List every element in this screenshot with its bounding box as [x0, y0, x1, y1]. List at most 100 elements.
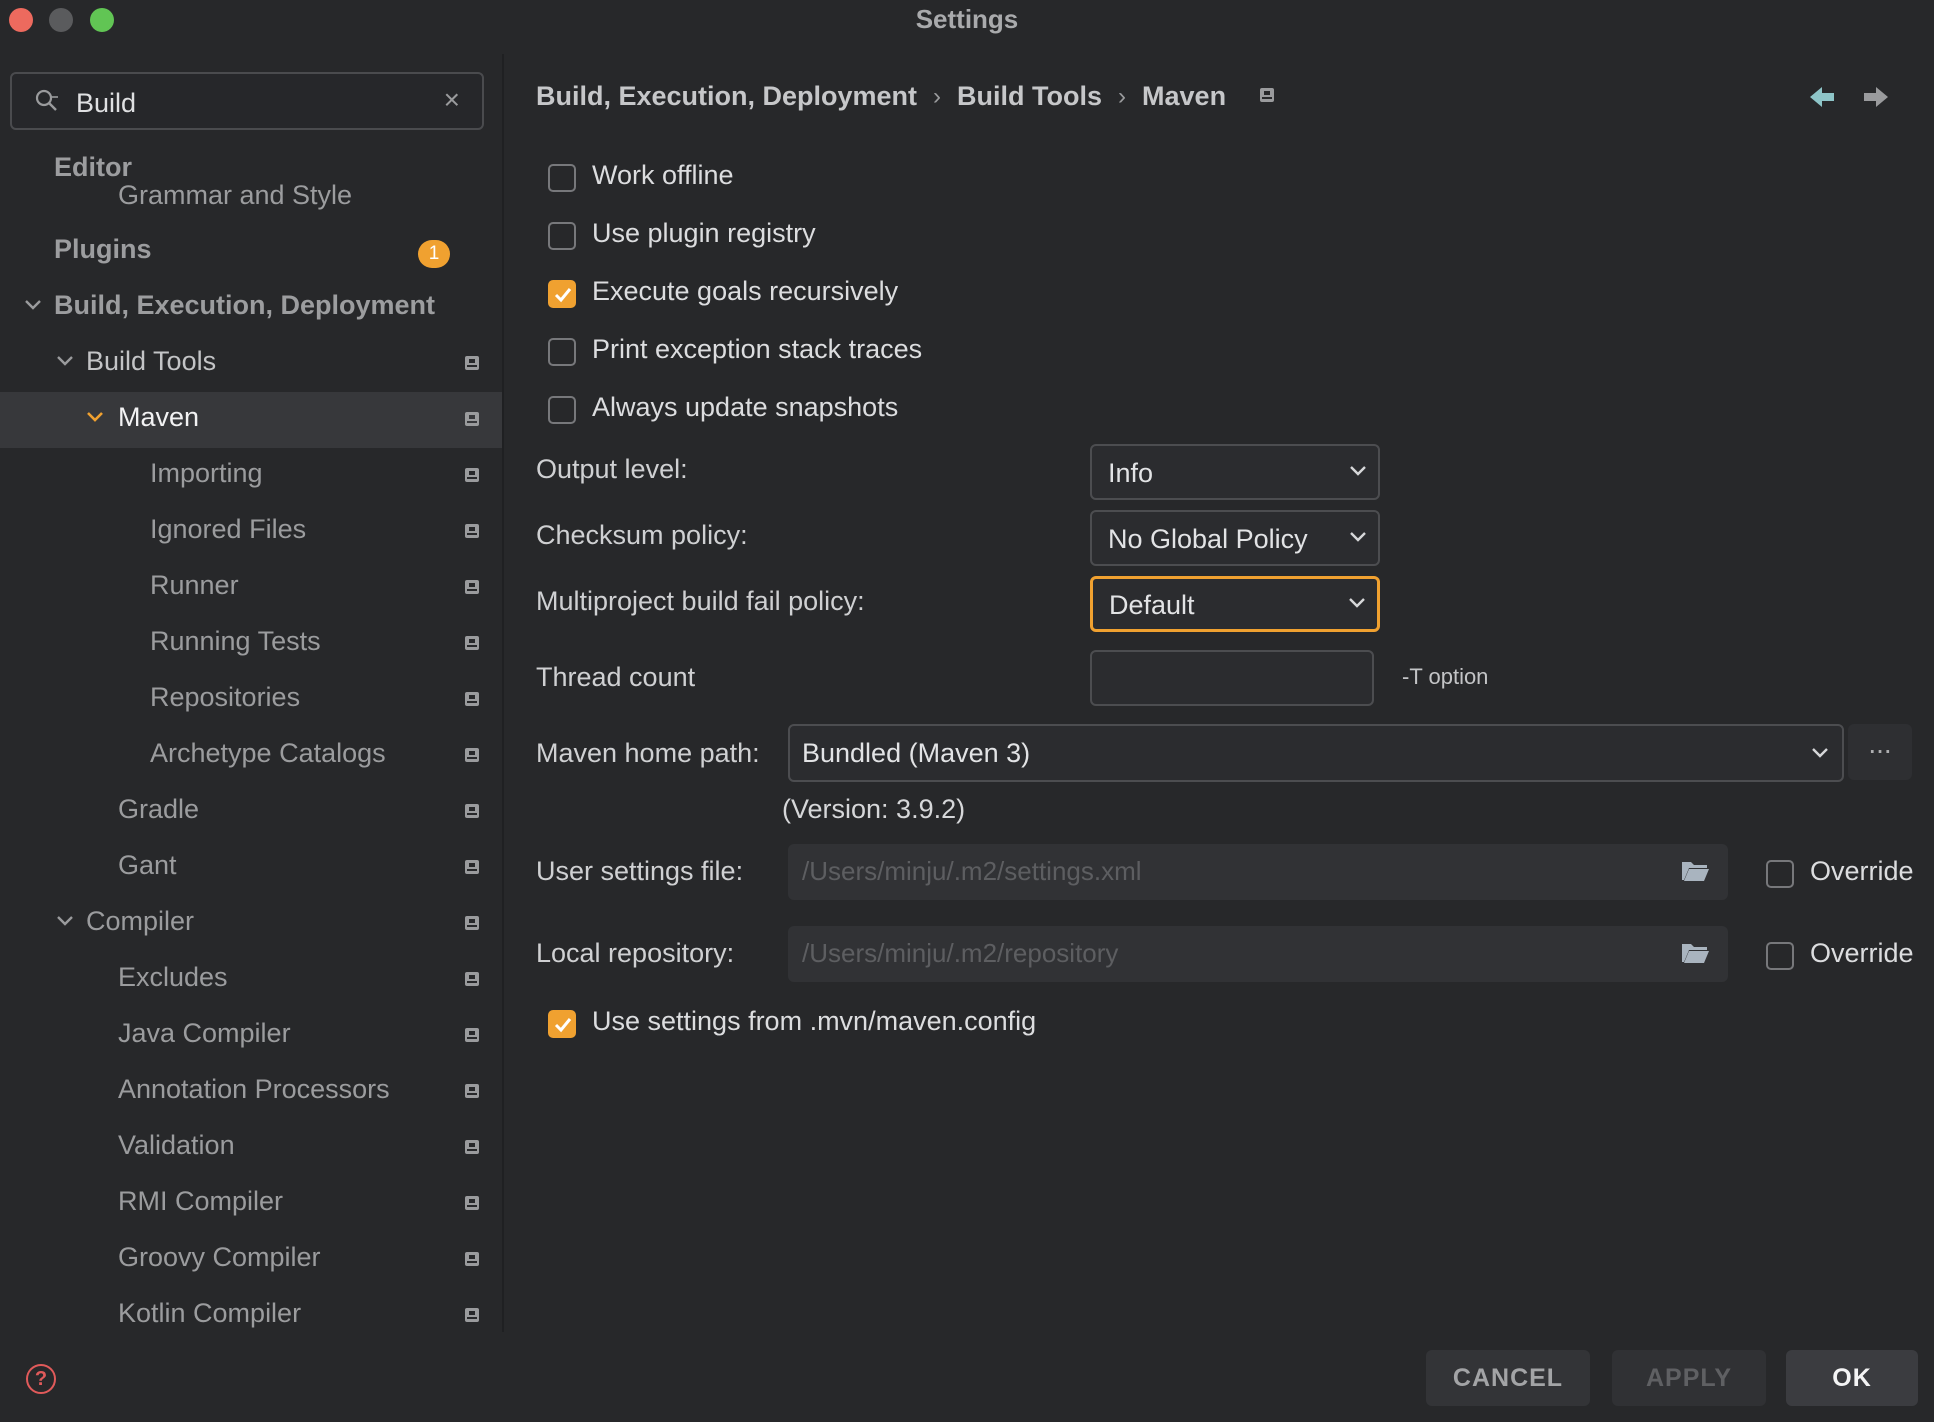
maven-version-text: (Version: 3.9.2)	[782, 794, 966, 824]
work-offline-option[interactable]: Work offline	[548, 158, 948, 198]
chevron-down-icon	[1350, 532, 1366, 542]
sidebar-item-runner[interactable]: Runner	[0, 560, 502, 616]
maven-home-path-dropdown[interactable]: Bundled (Maven 3)	[788, 724, 1844, 782]
user-settings-file-label: User settings file:	[536, 856, 744, 886]
checksum-policy-label: Checksum policy:	[536, 520, 748, 550]
sidebar-item-label: Annotation Processors	[118, 1074, 390, 1104]
always-update-snapshots-checkbox[interactable]	[548, 396, 576, 424]
checkbox-label: Work offline	[592, 160, 734, 190]
print-exception-stack-traces-option[interactable]: Print exception stack traces	[548, 332, 968, 372]
breadcrumb: Build, Execution, Deployment › Build Tools…	[536, 80, 1274, 112]
use-mvn-config-option[interactable]: Use settings from .mvn/maven.config	[548, 1004, 1068, 1044]
ok-button[interactable]: OK	[1786, 1350, 1918, 1406]
sidebar-item-excludes[interactable]: Excludes	[0, 952, 502, 1008]
chevron-down-icon[interactable]	[22, 294, 44, 316]
sidebar-item-compiler[interactable]: Compiler	[0, 896, 502, 952]
sidebar-item-archetype-catalogs[interactable]: Archetype Catalogs	[0, 728, 502, 784]
sidebar-item-build-tools[interactable]: Build Tools	[0, 336, 502, 392]
sidebar-item-annotation-processors[interactable]: Annotation Processors	[0, 1064, 502, 1120]
project-settings-icon	[465, 1252, 479, 1266]
chevron-down-icon[interactable]	[54, 910, 76, 932]
output-level-dropdown[interactable]: Info	[1090, 444, 1380, 500]
project-settings-icon	[465, 972, 479, 986]
print-exception-stack-traces-checkbox[interactable]	[548, 338, 576, 366]
help-icon[interactable]: ?	[26, 1364, 56, 1394]
dropdown-value: No Global Policy	[1108, 524, 1308, 554]
sidebar-item-plugins[interactable]: Plugins 1	[0, 224, 502, 280]
apply-button[interactable]: APPLY	[1612, 1350, 1766, 1406]
fail-policy-label: Multiproject build fail policy:	[536, 586, 865, 616]
project-settings-icon	[465, 1028, 479, 1042]
sidebar-item-label: Java Compiler	[118, 1018, 291, 1048]
project-settings-icon	[465, 580, 479, 594]
sidebar-item-importing[interactable]: Importing	[0, 448, 502, 504]
project-settings-icon	[465, 1140, 479, 1154]
settings-sidebar: Build × Editor Grammar and Style Plugins…	[0, 44, 502, 1334]
title-bar: Settings	[0, 0, 1934, 44]
project-settings-icon	[465, 412, 479, 426]
local-repository-override-checkbox[interactable]	[1766, 942, 1794, 970]
thread-count-label: Thread count	[536, 662, 696, 692]
sidebar-item-java-compiler[interactable]: Java Compiler	[0, 1008, 502, 1064]
clear-search-icon[interactable]: ×	[444, 84, 460, 116]
checkbox-label: Override	[1810, 938, 1914, 968]
project-settings-icon	[465, 1084, 479, 1098]
sidebar-item-label: Grammar and Style	[118, 180, 353, 210]
search-field[interactable]: Build ×	[10, 72, 484, 130]
sidebar-item-label: Groovy Compiler	[118, 1242, 321, 1272]
maven-settings-panel: Build, Execution, Deployment › Build Tools…	[504, 44, 1934, 1334]
project-settings-icon	[465, 356, 479, 370]
chevron-down-icon[interactable]	[54, 350, 76, 372]
sidebar-item-gradle[interactable]: Gradle	[0, 784, 502, 840]
breadcrumb-item[interactable]: Build Tools	[957, 81, 1102, 112]
checkbox-label: Override	[1810, 856, 1914, 886]
sidebar-item-gant[interactable]: Gant	[0, 840, 502, 896]
browse-maven-home-button[interactable]: ...	[1848, 724, 1912, 780]
search-input[interactable]: Build	[76, 88, 136, 119]
user-settings-override-option[interactable]: Override	[1766, 854, 1934, 894]
project-settings-icon	[1259, 88, 1274, 102]
checkbox-label: Always update snapshots	[592, 392, 899, 422]
work-offline-checkbox[interactable]	[548, 164, 576, 192]
sidebar-item-label: Gradle	[118, 794, 200, 824]
folder-icon[interactable]	[1680, 940, 1710, 966]
sidebar-item-validation[interactable]: Validation	[0, 1120, 502, 1176]
execute-goals-recursively-checkbox[interactable]	[548, 280, 576, 308]
sidebar-item-label: Repositories	[150, 682, 301, 712]
sidebar-item-kotlin-compiler[interactable]: Kotlin Compiler	[0, 1288, 502, 1334]
user-settings-override-checkbox[interactable]	[1766, 860, 1794, 888]
always-update-snapshots-option[interactable]: Always update snapshots	[548, 390, 948, 430]
sidebar-item-running-tests[interactable]: Running Tests	[0, 616, 502, 672]
output-level-label: Output level:	[536, 454, 688, 484]
chevron-down-icon	[1350, 466, 1366, 476]
field-placeholder: /Users/minju/.m2/repository	[802, 938, 1119, 968]
execute-goals-recursively-option[interactable]: Execute goals recursively	[548, 274, 948, 314]
forward-arrow-icon[interactable]	[1860, 84, 1890, 110]
use-mvn-config-checkbox[interactable]	[548, 1010, 576, 1038]
use-plugin-registry-option[interactable]: Use plugin registry	[548, 216, 948, 256]
project-settings-icon	[465, 1196, 479, 1210]
checkbox-label: Use plugin registry	[592, 218, 816, 248]
breadcrumb-item[interactable]: Build, Execution, Deployment	[536, 81, 917, 112]
chevron-down-icon[interactable]	[84, 406, 106, 428]
sidebar-item-build-execution-deployment[interactable]: Build, Execution, Deployment	[0, 280, 502, 336]
sidebar-item-groovy-compiler[interactable]: Groovy Compiler	[0, 1232, 502, 1288]
sidebar-item-label: Excludes	[118, 962, 228, 992]
use-plugin-registry-checkbox[interactable]	[548, 222, 576, 250]
fail-policy-dropdown[interactable]: Default	[1090, 576, 1380, 632]
local-repository-override-option[interactable]: Override	[1766, 936, 1934, 976]
sidebar-item-ignored-files[interactable]: Ignored Files	[0, 504, 502, 560]
sidebar-item-grammar-and-style[interactable]: Grammar and Style	[0, 176, 502, 220]
sidebar-item-maven[interactable]: Maven	[0, 392, 502, 448]
sidebar-item-repositories[interactable]: Repositories	[0, 672, 502, 728]
folder-icon[interactable]	[1680, 858, 1710, 884]
maven-home-path-label: Maven home path:	[536, 738, 760, 768]
sidebar-item-label: Importing	[150, 458, 263, 488]
back-arrow-icon[interactable]	[1808, 84, 1838, 110]
sidebar-item-rmi-compiler[interactable]: RMI Compiler	[0, 1176, 502, 1232]
checkmark-icon	[554, 1018, 572, 1033]
thread-count-input[interactable]	[1090, 650, 1374, 706]
checksum-policy-dropdown[interactable]: No Global Policy	[1090, 510, 1380, 566]
sidebar-item-label: Compiler	[86, 906, 195, 936]
cancel-button[interactable]: CANCEL	[1426, 1350, 1590, 1406]
